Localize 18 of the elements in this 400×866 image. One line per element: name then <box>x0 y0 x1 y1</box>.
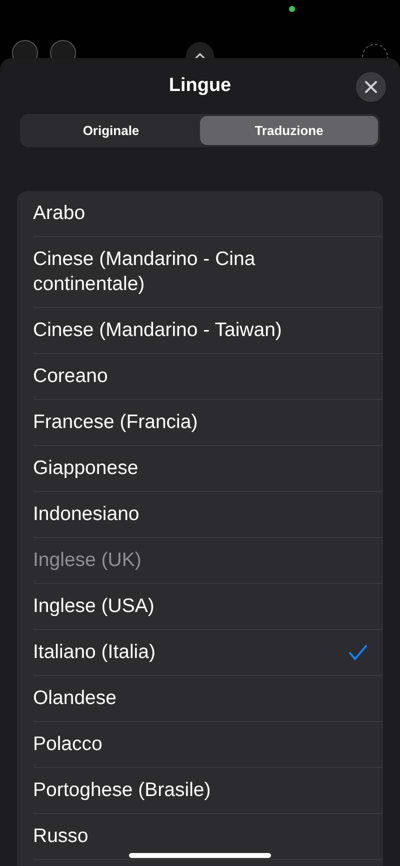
sheet-title: Lingue <box>168 74 232 98</box>
language-item[interactable]: Indonesiano <box>33 502 367 527</box>
segment-tab[interactable]: Originale <box>22 116 200 145</box>
language-item[interactable]: Inglese (USA) <box>33 594 367 619</box>
language-item[interactable]: Olandese <box>33 686 367 711</box>
language-item[interactable]: Francese (Francia) <box>33 410 367 435</box>
close-button[interactable] <box>356 72 386 102</box>
language-item[interactable]: Giapponese <box>33 456 367 481</box>
segment-tab[interactable]: Traduzione <box>200 116 378 145</box>
language-item[interactable]: Cinese (Mandarino - Taiwan) <box>33 318 367 343</box>
language-item[interactable]: Coreano <box>33 364 367 389</box>
language-item[interactable]: Russo <box>33 824 367 849</box>
language-item[interactable]: Italiano (Italia) <box>33 640 349 665</box>
close-icon <box>364 80 378 94</box>
language-item[interactable]: Arabo <box>33 201 367 226</box>
language-item[interactable]: Portoghese (Brasile) <box>33 778 367 803</box>
language-item[interactable]: Cinese (Mandarino - Cina continentale) <box>33 247 367 297</box>
language-item[interactable]: Polacco <box>33 732 367 757</box>
